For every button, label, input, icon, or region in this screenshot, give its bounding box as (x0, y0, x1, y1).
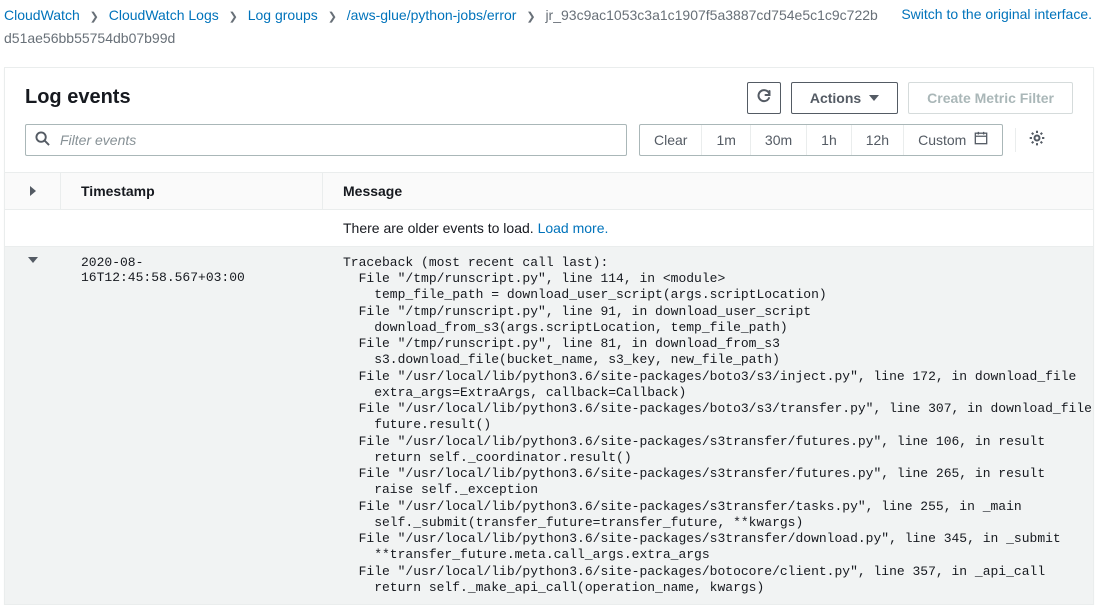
refresh-icon (756, 88, 772, 107)
breadcrumb-link[interactable]: /aws-glue/python-jobs/error (347, 7, 517, 23)
actions-label: Actions (810, 90, 861, 106)
settings-button[interactable] (1028, 129, 1046, 150)
refresh-button[interactable] (747, 82, 781, 114)
actions-button[interactable]: Actions (791, 82, 898, 114)
filter-events-input[interactable] (25, 124, 627, 156)
range-clear[interactable]: Clear (640, 125, 702, 155)
range-1h[interactable]: 1h (807, 125, 852, 155)
breadcrumb-link[interactable]: CloudWatch Logs (109, 7, 219, 23)
range-30m[interactable]: 30m (751, 125, 807, 155)
event-timestamp: 2020-08-16T12:45:58.567+03:00 (61, 247, 323, 295)
switch-interface-link[interactable]: Switch to the original interface. (901, 4, 1092, 22)
chevron-down-icon (869, 95, 879, 101)
create-metric-label: Create Metric Filter (927, 90, 1054, 106)
older-spacer (5, 210, 61, 246)
filter-events-field (25, 124, 627, 156)
range-custom[interactable]: Custom (904, 125, 1002, 155)
breadcrumb-link[interactable]: CloudWatch (4, 7, 80, 23)
range-1m[interactable]: 1m (702, 125, 750, 155)
older-spacer (61, 210, 323, 246)
search-icon (35, 131, 50, 149)
chevron-right-icon: ❯ (229, 11, 238, 23)
breadcrumb-link[interactable]: Log groups (248, 7, 318, 23)
create-metric-filter-button: Create Metric Filter (908, 82, 1073, 114)
divider (1015, 128, 1016, 152)
breadcrumb: CloudWatch ❯ CloudWatch Logs ❯ Log group… (4, 4, 901, 49)
table-header: Timestamp Message (5, 172, 1093, 210)
chevron-right-icon: ❯ (328, 11, 337, 23)
gear-icon (1028, 129, 1046, 150)
expand-all-toggle[interactable] (5, 173, 61, 209)
col-message-header: Message (323, 173, 1093, 209)
calendar-icon (974, 131, 988, 148)
load-more-link[interactable]: Load more. (538, 220, 609, 236)
page-title: Log events (25, 86, 131, 109)
chevron-right-icon: ❯ (90, 11, 99, 23)
col-timestamp-header: Timestamp (61, 173, 323, 209)
range-12h[interactable]: 12h (852, 125, 904, 155)
row-expand-toggle[interactable] (5, 247, 61, 273)
older-events-row: There are older events to load. Load mor… (5, 210, 1093, 247)
older-events-text: There are older events to load. (343, 220, 538, 236)
triangle-down-icon (28, 257, 38, 263)
time-range-group: Clear 1m 30m 1h 12h Custom (639, 124, 1003, 156)
range-custom-label: Custom (918, 132, 966, 148)
event-message: Traceback (most recent call last): File … (323, 247, 1093, 604)
log-event-row: 2020-08-16T12:45:58.567+03:00 Traceback … (5, 247, 1093, 604)
triangle-right-icon (30, 186, 36, 196)
log-events-panel: Log events Actions Create Metric Filter (4, 67, 1094, 605)
chevron-right-icon: ❯ (526, 11, 535, 23)
